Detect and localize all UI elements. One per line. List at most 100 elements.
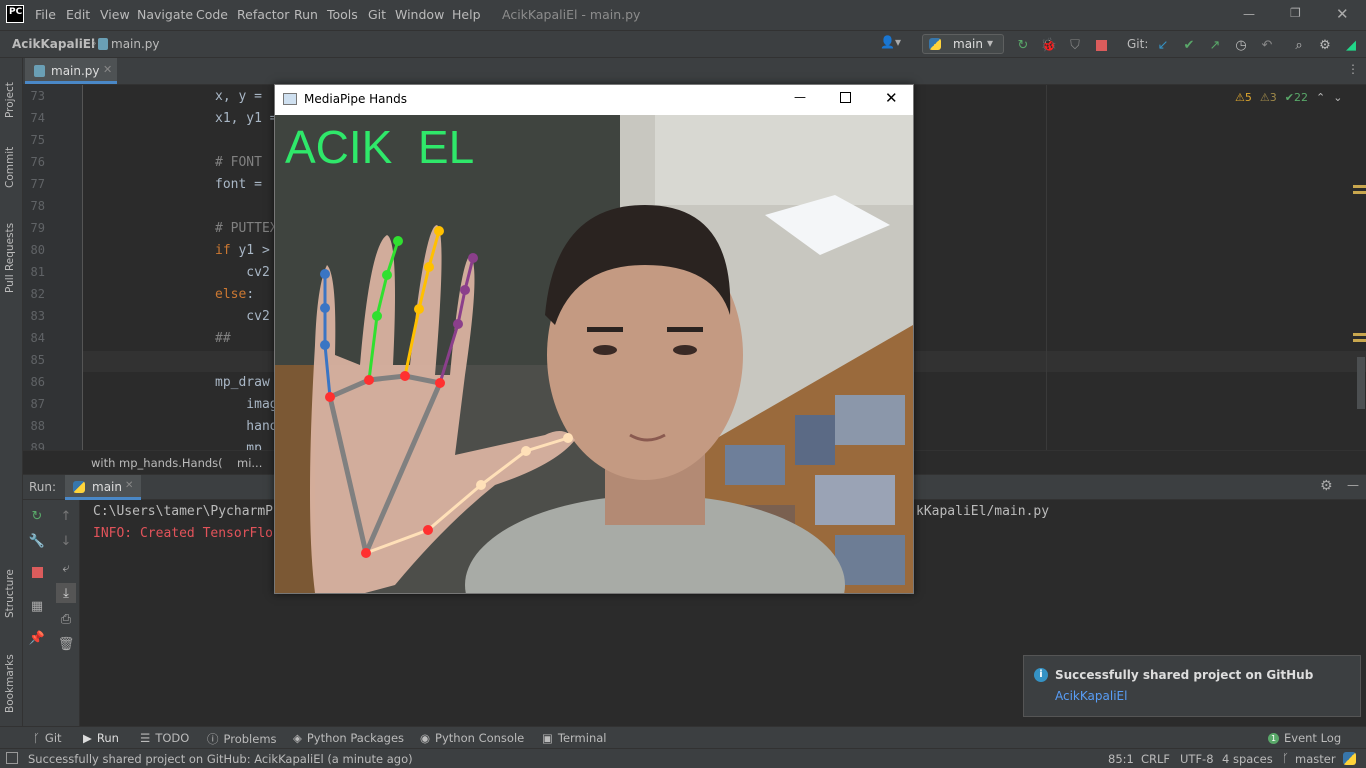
warning-icon: ⚠5: [1235, 91, 1252, 104]
maximize-icon[interactable]: [840, 92, 851, 103]
status-layout-icon[interactable]: [6, 752, 18, 764]
user-icon[interactable]: 👤▾: [880, 35, 901, 49]
minimize-icon[interactable]: —: [794, 90, 806, 104]
code-line[interactable]: cv2: [215, 309, 270, 324]
pull-requests-tool-tab[interactable]: Pull Requests: [4, 223, 16, 293]
run-tab-main[interactable]: main ✕: [65, 475, 141, 500]
debug-icon[interactable]: 🐞: [1041, 37, 1057, 53]
breadcrumb-context[interactable]: mi...: [237, 456, 262, 470]
line-separator[interactable]: CRLF: [1141, 752, 1170, 766]
rerun-icon[interactable]: ↻: [1015, 37, 1031, 53]
git-commit-icon[interactable]: ✔: [1181, 37, 1197, 53]
mediapipe-window[interactable]: MediaPipe Hands — ✕ ACIK EL: [274, 84, 914, 594]
stop-icon[interactable]: [29, 564, 45, 580]
up-arrow-icon[interactable]: ↑: [58, 508, 74, 524]
python-file-icon: [34, 65, 45, 77]
breadcrumb-project[interactable]: AcikKapaliEl: [12, 37, 95, 51]
mediapipe-title-bar[interactable]: MediaPipe Hands — ✕: [275, 85, 913, 115]
python-interpreter-icon[interactable]: [1343, 752, 1356, 765]
event-log-button[interactable]: 1 Event Log: [1268, 731, 1341, 745]
close-icon[interactable]: ✕: [885, 89, 898, 107]
code-line[interactable]: imag: [215, 397, 277, 412]
tab-run[interactable]: ▶ Run: [83, 731, 119, 745]
chevron-up-icon[interactable]: ⌃: [1316, 91, 1325, 104]
code-line[interactable]: ##: [215, 331, 231, 346]
git-branch[interactable]: master: [1295, 752, 1336, 766]
status-message[interactable]: Successfully shared project on GitHub: A…: [28, 752, 413, 766]
menu-help[interactable]: Help: [452, 7, 481, 22]
rerun-icon[interactable]: ↻: [29, 508, 45, 524]
editor-scrollbar-thumb[interactable]: [1357, 357, 1365, 409]
code-line[interactable]: mp_: [215, 441, 270, 450]
settings-icon[interactable]: ⚙: [1317, 37, 1333, 53]
tab-python-packages[interactable]: ◈ Python Packages: [293, 731, 404, 745]
tab-git[interactable]: ᚴ Git: [33, 731, 62, 745]
run-config-select[interactable]: main ▾: [922, 34, 1004, 54]
code-line[interactable]: # PUTTEX: [215, 221, 278, 236]
restore-icon[interactable]: ❐: [1290, 6, 1301, 20]
tab-problems[interactable]: ⓘ Problems: [207, 731, 277, 747]
menu-run[interactable]: Run: [294, 7, 318, 22]
chevron-down-icon[interactable]: ⌄: [1333, 91, 1342, 104]
menu-edit[interactable]: Edit: [66, 7, 90, 22]
tab-menu-icon[interactable]: ⋮: [1347, 62, 1359, 76]
rollback-icon[interactable]: ↶: [1259, 37, 1275, 53]
tab-python-console[interactable]: ◉ Python Console: [420, 731, 524, 745]
menu-navigate[interactable]: Navigate: [137, 7, 193, 22]
trash-icon[interactable]: 🗑: [58, 636, 75, 652]
close-tab-icon[interactable]: ✕: [103, 63, 112, 76]
commit-tool-tab[interactable]: Commit: [4, 147, 16, 188]
menu-view[interactable]: View: [100, 7, 130, 22]
wrench-icon[interactable]: 🔧: [29, 533, 45, 549]
code-line[interactable]: mp_draw: [215, 375, 270, 390]
menu-refactor[interactable]: Refactor: [237, 7, 289, 22]
git-update-icon[interactable]: ↙: [1155, 37, 1171, 53]
pycharm-logo[interactable]: PC: [6, 5, 24, 23]
hide-icon[interactable]: —: [1347, 478, 1359, 492]
webcam-image: ACIK EL: [275, 115, 913, 593]
notification-link[interactable]: AcikKapaliEl: [1055, 689, 1127, 703]
indent-setting[interactable]: 4 spaces: [1222, 752, 1273, 766]
code-line[interactable]: else:: [215, 287, 254, 302]
coverage-icon[interactable]: ⛉: [1067, 37, 1083, 53]
menu-window[interactable]: Window: [395, 7, 444, 22]
soft-wrap-icon[interactable]: ⤶: [58, 560, 74, 576]
file-encoding[interactable]: UTF-8: [1180, 752, 1214, 766]
code-line[interactable]: x, y =: [215, 89, 270, 104]
breadcrumb-file[interactable]: main.py: [111, 37, 160, 51]
code-line[interactable]: font =: [215, 177, 270, 192]
pin-icon[interactable]: 📌: [29, 630, 45, 646]
stop-icon[interactable]: [1093, 37, 1109, 53]
code-line[interactable]: x1, y1 =: [215, 111, 278, 126]
code-line[interactable]: if y1 >: [215, 243, 278, 258]
close-tab-icon[interactable]: ✕: [125, 480, 133, 491]
menu-git[interactable]: Git: [368, 7, 386, 22]
caret-position[interactable]: 85:1: [1108, 752, 1134, 766]
menu-file[interactable]: File: [35, 7, 56, 22]
layout-icon[interactable]: ▦: [29, 598, 45, 614]
close-icon[interactable]: ✕: [1336, 5, 1349, 23]
down-arrow-icon[interactable]: ↓: [58, 533, 74, 549]
menu-code[interactable]: Code: [196, 7, 228, 22]
code-line[interactable]: cv2: [215, 265, 270, 280]
tab-terminal[interactable]: ▣ Terminal: [542, 731, 606, 745]
scroll-to-end-icon[interactable]: ⤓: [56, 583, 76, 603]
menu-tools[interactable]: Tools: [327, 7, 358, 22]
bookmarks-tool-tab[interactable]: Bookmarks: [4, 654, 16, 713]
project-tool-tab[interactable]: Project: [4, 82, 16, 118]
code-line[interactable]: hand: [215, 419, 277, 434]
history-icon[interactable]: ◷: [1233, 37, 1249, 53]
search-icon[interactable]: ⌕: [1291, 37, 1307, 53]
git-push-icon[interactable]: ↗: [1207, 37, 1223, 53]
tab-todo[interactable]: ☰ TODO: [140, 731, 189, 745]
inspection-widget[interactable]: ⚠5 ⚠3 ✔22 ⌃ ⌄: [1235, 91, 1342, 104]
minimize-icon[interactable]: —: [1243, 7, 1255, 21]
tab-main-py[interactable]: main.py ✕: [25, 58, 117, 84]
print-icon[interactable]: ⎙: [58, 611, 74, 627]
notification-balloon[interactable]: i Successfully shared project on GitHub …: [1023, 655, 1361, 717]
structure-tool-tab[interactable]: Structure: [4, 569, 16, 618]
code-line[interactable]: # FONT: [215, 155, 270, 170]
breadcrumb-context[interactable]: with mp_hands.Hands(: [91, 456, 223, 470]
code-with-me-icon[interactable]: ◢: [1343, 37, 1359, 53]
settings-icon[interactable]: ⚙: [1320, 478, 1333, 494]
